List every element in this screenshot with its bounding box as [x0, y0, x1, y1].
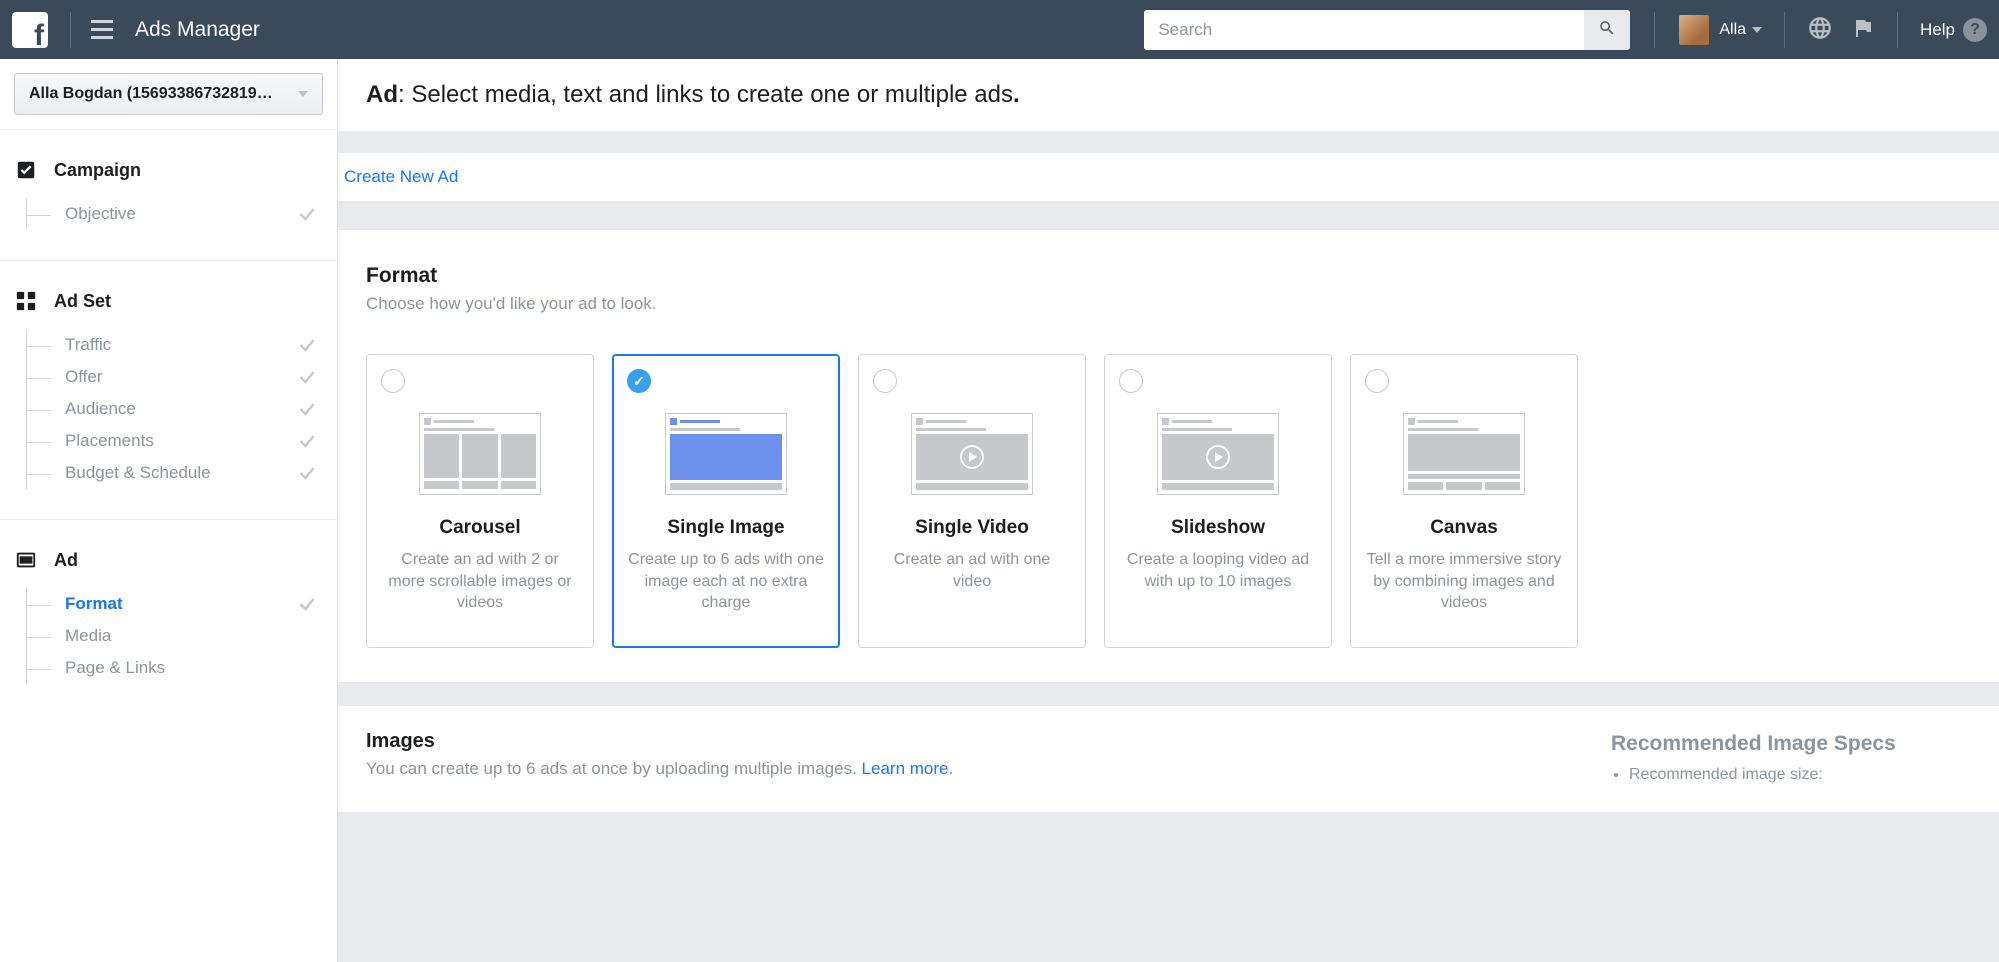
help-icon[interactable]: ? [1963, 18, 1987, 42]
search-box [1144, 10, 1630, 50]
sidebar-item-label: Page & Links [65, 658, 317, 678]
main: Ad: Select media, text and links to crea… [338, 59, 1999, 962]
card-desc: Tell a more immersive story by combining… [1365, 549, 1563, 614]
ad-label: Ad [54, 550, 78, 571]
card-title: Single Video [915, 517, 1029, 539]
single-image-thumb [665, 413, 787, 495]
format-section: Format Choose how you'd like your ad to … [338, 230, 1999, 682]
sidebar-section-ad: Ad Format Media Page & Links [0, 520, 337, 694]
card-desc: Create a looping video ad with up to 10 … [1119, 549, 1317, 592]
sidebar-item-budget[interactable]: Budget & Schedule [27, 457, 323, 489]
menu-icon[interactable] [85, 14, 119, 45]
carousel-thumb [419, 413, 541, 495]
sidebar-item-audience[interactable]: Audience [27, 393, 323, 425]
tab-create-new-ad[interactable]: Create New Ad [344, 167, 458, 187]
slideshow-thumb [1157, 413, 1279, 495]
card-desc: Create up to 6 ads with one image each a… [627, 549, 825, 614]
search-button[interactable] [1584, 10, 1630, 50]
chevron-down-icon[interactable] [1752, 27, 1762, 33]
sidebar-item-label: Budget & Schedule [65, 463, 297, 483]
facebook-logo[interactable]: f [12, 12, 48, 48]
sidebar-item-label: Objective [65, 204, 297, 224]
sidebar-item-media[interactable]: Media [27, 620, 323, 652]
divider [70, 12, 71, 48]
divider [1784, 12, 1785, 48]
card-desc: Create an ad with one video [873, 549, 1071, 592]
adset-icon [14, 289, 38, 313]
single-video-thumb [911, 413, 1033, 495]
check-icon [297, 204, 317, 224]
campaign-label: Campaign [54, 160, 141, 181]
sidebar-section-adset: Ad Set Traffic Offer Audience Placements [0, 261, 337, 499]
learn-more-link[interactable]: Learn more [862, 759, 949, 778]
card-desc: Create an ad with 2 or more scrollable i… [381, 549, 579, 614]
page-title: Ad: Select media, text and links to crea… [338, 59, 1999, 131]
globe-icon[interactable] [1807, 15, 1833, 44]
specs-list: Recommended image size: [1611, 766, 1971, 784]
canvas-thumb [1403, 413, 1525, 495]
images-title: Images [366, 730, 1575, 753]
account-selector[interactable]: Alla Bogdan (15693386732819… [14, 73, 323, 115]
card-title: Canvas [1430, 517, 1498, 539]
radio-icon [873, 369, 897, 393]
sidebar-item-label: Media [65, 626, 317, 646]
sidebar-item-format[interactable]: Format [27, 588, 323, 620]
check-icon [297, 367, 317, 387]
nav-right: Alla Help ? [1630, 12, 1987, 48]
sidebar-item-label: Offer [65, 367, 297, 387]
format-subtitle: Choose how you'd like your ad to look. [366, 294, 1971, 314]
divider [1654, 12, 1655, 48]
top-nav: f Ads Manager Alla Help ? [0, 0, 1999, 59]
card-title: Carousel [439, 517, 520, 539]
check-icon [297, 463, 317, 483]
sidebar-item-label: Placements [65, 431, 297, 451]
check-icon [297, 594, 317, 614]
search-input[interactable] [1144, 10, 1584, 50]
app-title: Ads Manager [135, 18, 260, 42]
campaign-icon [14, 158, 38, 182]
specs-title: Recommended Image Specs [1611, 732, 1971, 756]
card-title: Slideshow [1171, 517, 1265, 539]
avatar[interactable] [1679, 15, 1709, 45]
help-link[interactable]: Help [1920, 20, 1955, 40]
images-desc: You can create up to 6 ads at once by up… [366, 759, 1575, 779]
sidebar-item-traffic[interactable]: Traffic [27, 329, 323, 361]
check-icon [297, 431, 317, 451]
format-option-single-image[interactable]: Single Image Create up to 6 ads with one… [612, 354, 840, 648]
sidebar-item-label: Format [65, 594, 297, 614]
sidebar-section-campaign: Campaign Objective [0, 130, 337, 240]
divider [1897, 12, 1898, 48]
sidebar-item-label: Traffic [65, 335, 297, 355]
sidebar-item-objective[interactable]: Objective [27, 198, 323, 230]
check-icon [297, 399, 317, 419]
play-icon [960, 445, 984, 469]
sidebar-item-page-links[interactable]: Page & Links [27, 652, 323, 684]
ad-icon [14, 548, 38, 572]
radio-icon [1119, 369, 1143, 393]
sidebar: Alla Bogdan (15693386732819… Campaign Ob… [0, 59, 338, 962]
user-name[interactable]: Alla [1719, 21, 1746, 39]
search-icon [1598, 19, 1616, 40]
format-option-canvas[interactable]: Canvas Tell a more immersive story by co… [1350, 354, 1578, 648]
format-option-slideshow[interactable]: Slideshow Create a looping video ad with… [1104, 354, 1332, 648]
card-title: Single Image [667, 517, 784, 539]
radio-icon [381, 369, 405, 393]
sidebar-item-label: Audience [65, 399, 297, 419]
sidebar-item-placements[interactable]: Placements [27, 425, 323, 457]
format-title: Format [366, 264, 1971, 288]
play-icon [1206, 445, 1230, 469]
account-selector-label: Alla Bogdan (15693386732819… [29, 85, 273, 103]
adset-label: Ad Set [54, 291, 111, 312]
format-option-single-video[interactable]: Single Video Create an ad with one video [858, 354, 1086, 648]
check-icon [297, 335, 317, 355]
chevron-down-icon [298, 91, 308, 97]
format-option-carousel[interactable]: Carousel Create an ad with 2 or more scr… [366, 354, 594, 648]
flag-icon[interactable] [1851, 16, 1875, 43]
layout: Alla Bogdan (15693386732819… Campaign Ob… [0, 59, 1999, 962]
images-section: Images You can create up to 6 ads at onc… [338, 706, 1999, 812]
radio-icon [1365, 369, 1389, 393]
specs-item: Recommended image size: [1629, 766, 1971, 784]
radio-checked-icon [627, 369, 651, 393]
sidebar-item-offer[interactable]: Offer [27, 361, 323, 393]
